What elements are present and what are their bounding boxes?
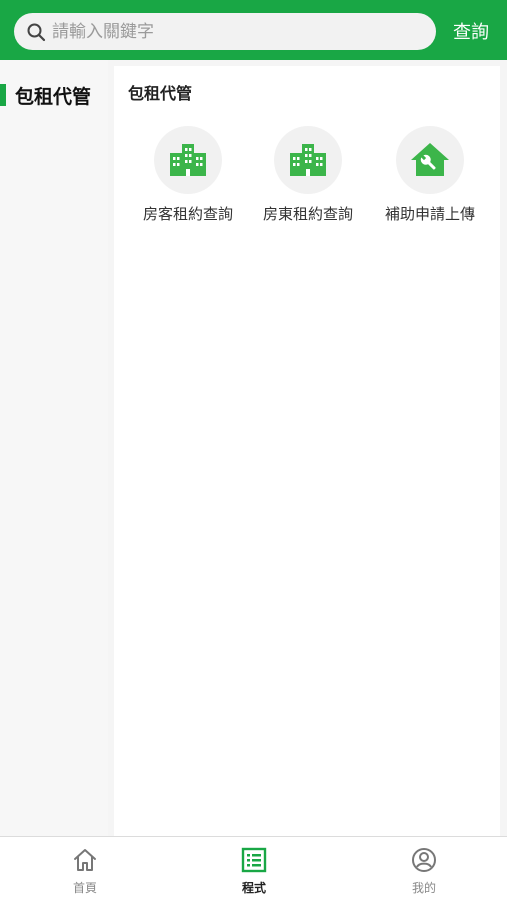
main-layout: 包租代管 包租代管 房客租約查詢 房東租約查詢 補助申請上傳 bbox=[0, 60, 507, 836]
icon-circle bbox=[154, 126, 222, 194]
search-box[interactable] bbox=[14, 13, 436, 50]
section-title: 包租代管 bbox=[128, 84, 193, 103]
tab-programs[interactable]: 程式 bbox=[214, 843, 294, 897]
icon-circle bbox=[274, 126, 342, 194]
tab-profile[interactable]: 我的 bbox=[384, 843, 464, 897]
tab-home[interactable]: 首頁 bbox=[45, 843, 125, 897]
tab-label: 程式 bbox=[241, 881, 266, 895]
sidebar-item-rental-management[interactable]: 包租代管 bbox=[0, 78, 108, 114]
item-label: 房東租約查詢 bbox=[262, 205, 353, 223]
item-label: 補助申請上傳 bbox=[384, 205, 475, 223]
content-panel: 包租代管 房客租約查詢 房東租約查詢 補助申請上傳 bbox=[114, 66, 500, 836]
search-icon bbox=[27, 23, 46, 42]
house-wrench-icon bbox=[411, 143, 449, 176]
user-icon bbox=[412, 848, 436, 872]
tenant-lease-query-item[interactable]: 房客租約查詢 bbox=[128, 121, 250, 231]
function-grid: 房客租約查詢 房東租約查詢 補助申請上傳 bbox=[114, 121, 500, 231]
building-icon bbox=[290, 144, 326, 176]
item-label: 房客租約查詢 bbox=[142, 205, 233, 223]
search-input[interactable] bbox=[52, 13, 422, 50]
subsidy-upload-item[interactable]: 補助申請上傳 bbox=[370, 121, 492, 231]
tab-label: 首頁 bbox=[72, 881, 97, 895]
sidebar-item-label: 包租代管 bbox=[15, 86, 92, 108]
top-bar: 查詢 bbox=[0, 0, 507, 60]
home-icon bbox=[74, 849, 96, 871]
landlord-lease-query-item[interactable]: 房東租約查詢 bbox=[248, 121, 370, 231]
bottom-tab-bar: 首頁 程式 我的 bbox=[0, 836, 507, 900]
list-icon bbox=[241, 847, 267, 873]
icon-circle bbox=[396, 126, 464, 194]
building-icon bbox=[170, 144, 206, 176]
category-sidebar: 包租代管 bbox=[0, 60, 108, 836]
tab-label: 我的 bbox=[411, 881, 436, 895]
search-button[interactable]: 查詢 bbox=[446, 14, 496, 48]
active-indicator bbox=[0, 84, 6, 106]
